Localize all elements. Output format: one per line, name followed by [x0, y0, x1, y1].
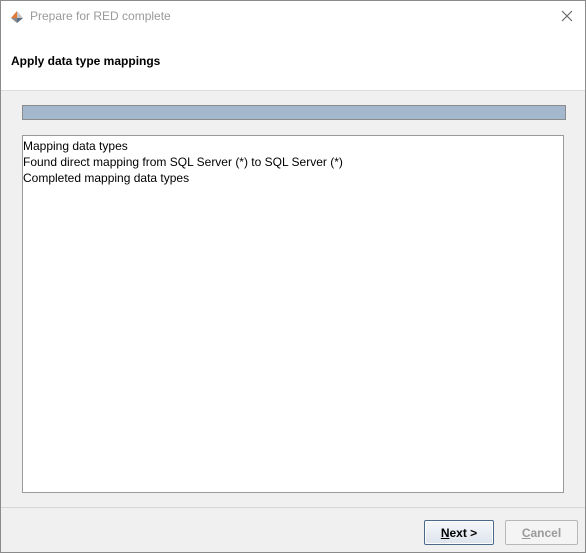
- title-bar: Prepare for RED complete: [1, 1, 585, 32]
- page-title: Apply data type mappings: [11, 54, 161, 68]
- wizard-header: Apply data type mappings: [1, 32, 585, 91]
- progress-fill: [23, 106, 565, 119]
- dialog-window: Prepare for RED complete Apply data type…: [0, 0, 586, 553]
- log-line: Completed mapping data types: [23, 171, 190, 185]
- close-button[interactable]: [549, 1, 585, 32]
- progress-bar: [22, 105, 566, 120]
- button-separator: [1, 507, 585, 508]
- log-line: Mapping data types: [23, 139, 128, 153]
- close-icon: [561, 7, 573, 26]
- next-button[interactable]: Next >: [424, 520, 494, 545]
- log-line: Found direct mapping from SQL Server (*)…: [23, 155, 343, 169]
- window-title: Prepare for RED complete: [30, 9, 171, 23]
- next-button-label: Next >: [440, 525, 478, 540]
- app-icon: [9, 9, 25, 25]
- log-output[interactable]: Mapping data types Found direct mapping …: [22, 135, 564, 493]
- cancel-button-label: Cancel: [521, 525, 562, 540]
- cancel-button[interactable]: Cancel: [505, 520, 578, 545]
